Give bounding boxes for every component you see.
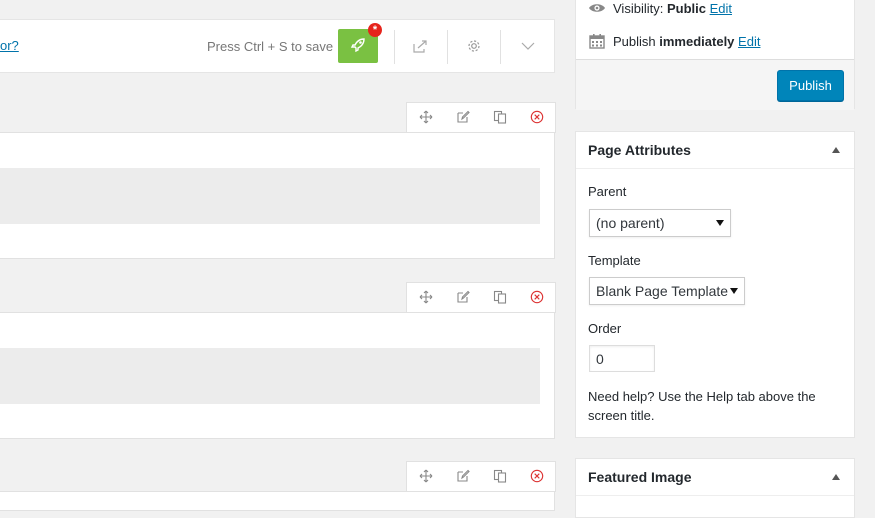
row-toolbar (406, 461, 556, 492)
visibility-label: Visibility: (613, 0, 664, 16)
page-attributes-header[interactable]: Page Attributes (576, 132, 854, 169)
featured-image-panel: Featured Image (575, 458, 855, 518)
dropdown-caret-icon (716, 220, 724, 226)
publish-time-label: Publish (613, 33, 656, 49)
edit-row-button[interactable] (444, 462, 481, 492)
parent-label: Parent (588, 184, 627, 199)
visibility-line: Visibility: Public Edit (587, 0, 732, 18)
row-toolbar (406, 102, 556, 133)
publish-time-value: immediately (659, 33, 735, 49)
duplicate-row-button[interactable] (481, 462, 518, 492)
toolbar-divider (394, 30, 395, 64)
visibility-value: Public (666, 0, 706, 16)
page-attributes-title: Page Attributes (588, 142, 691, 158)
dropdown-caret-icon (730, 288, 738, 294)
eye-icon (587, 0, 607, 18)
edit-icon (456, 469, 470, 486)
template-label: Template (588, 253, 641, 268)
builder-row (0, 132, 555, 259)
builder-toolbar: or? Press Ctrl + S to save * (0, 19, 555, 73)
collapse-arrow-icon[interactable] (832, 474, 840, 480)
builder-row (0, 312, 555, 439)
duplicate-row-button[interactable] (481, 283, 518, 313)
gear-icon (466, 38, 482, 57)
collapse-arrow-icon[interactable] (832, 147, 840, 153)
editor-switch-link[interactable]: or? (0, 38, 19, 53)
export-button[interactable] (407, 34, 433, 60)
move-icon (419, 110, 433, 127)
featured-image-title: Featured Image (588, 469, 692, 485)
help-text: Need help? Use the Help tab above the sc… (588, 389, 816, 423)
edit-row-button[interactable] (444, 103, 481, 133)
move-row-button[interactable] (407, 283, 444, 313)
row-content-area[interactable] (0, 348, 540, 404)
copy-icon (493, 469, 507, 486)
unsaved-badge: * (368, 23, 382, 37)
publish-button[interactable]: Publish (777, 70, 844, 101)
toolbar-divider (500, 30, 501, 64)
order-input[interactable]: 0 (589, 345, 655, 372)
move-row-button[interactable] (407, 462, 444, 492)
collapse-button[interactable] (515, 34, 541, 60)
delete-row-button[interactable] (518, 283, 555, 313)
delete-row-button[interactable] (518, 103, 555, 133)
export-icon (412, 38, 428, 57)
visibility-edit-link[interactable]: Edit (710, 1, 732, 16)
template-select-value: Blank Page Template (596, 283, 729, 299)
page-attributes-panel: Page Attributes Parent (no parent) Templ… (575, 131, 855, 438)
edit-icon (456, 290, 470, 307)
order-label: Order (588, 321, 622, 336)
calendar-icon (587, 31, 607, 51)
builder-row (0, 491, 555, 511)
save-hint: Press Ctrl + S to save (207, 39, 334, 54)
publish-panel: Visibility: Public Edit Publish immediat… (575, 0, 855, 110)
delete-icon (530, 469, 544, 486)
chevron-down-icon (520, 38, 536, 57)
copy-icon (493, 290, 507, 307)
publish-time-line: Publish immediately Edit (587, 31, 760, 51)
parent-select[interactable]: (no parent) (589, 209, 731, 237)
edit-row-button[interactable] (444, 283, 481, 313)
settings-button[interactable] (461, 34, 487, 60)
row-toolbar (406, 282, 556, 313)
toolbar-divider (447, 30, 448, 64)
featured-image-header[interactable]: Featured Image (576, 459, 854, 496)
template-select[interactable]: Blank Page Template (589, 277, 745, 305)
delete-icon (530, 290, 544, 307)
delete-icon (530, 110, 544, 127)
parent-select-value: (no parent) (596, 215, 665, 231)
delete-row-button[interactable] (518, 462, 555, 492)
move-row-button[interactable] (407, 103, 444, 133)
edit-icon (456, 110, 470, 127)
rocket-icon (350, 37, 366, 56)
publish-actions: Publish (576, 59, 854, 110)
move-icon (419, 469, 433, 486)
publish-time-edit-link[interactable]: Edit (738, 34, 760, 49)
duplicate-row-button[interactable] (481, 103, 518, 133)
row-content-area[interactable] (0, 168, 540, 224)
copy-icon (493, 110, 507, 127)
move-icon (419, 290, 433, 307)
